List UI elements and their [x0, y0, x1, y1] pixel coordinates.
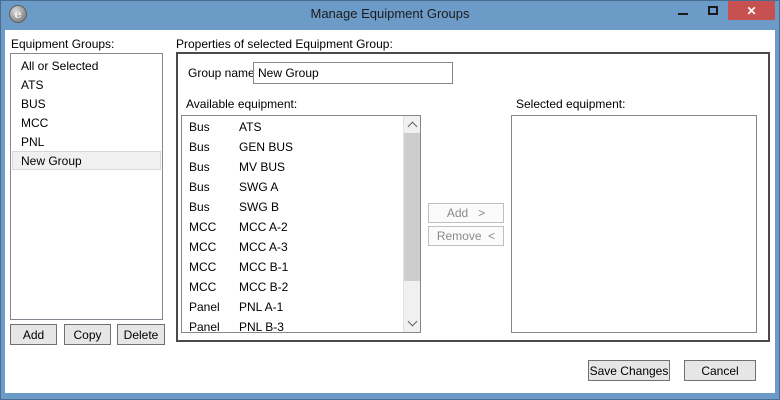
equipment-group-item[interactable]: ATS [12, 75, 161, 94]
equipment-name: PNL A-1 [239, 298, 283, 318]
add-group-button[interactable]: Add [10, 324, 57, 345]
equipment-group-item[interactable]: MCC [12, 113, 161, 132]
minimize-icon [678, 13, 688, 15]
available-equipment-row[interactable]: Panel PNL B-3 [182, 318, 420, 333]
equipment-type: Panel [189, 318, 239, 333]
equipment-type: Bus [189, 158, 239, 178]
available-equipment-row[interactable]: MCC MCC B-1 [182, 258, 420, 278]
available-equipment-row[interactable]: Bus GEN BUS [182, 138, 420, 158]
equipment-group-item[interactable]: New Group [12, 151, 161, 170]
chevron-up-icon [408, 122, 418, 132]
equipment-name: PNL B-3 [239, 318, 284, 333]
window-title: Manage Equipment Groups [0, 6, 780, 21]
maximize-button[interactable] [698, 0, 728, 20]
close-icon: ✕ [746, 5, 756, 17]
selected-equipment-label: Selected equipment: [516, 97, 625, 111]
equipment-groups-listbox[interactable]: All or SelectedATSBUSMCCPNLNew Group [10, 53, 163, 320]
equipment-name: SWG B [239, 198, 279, 218]
equipment-type: MCC [189, 218, 239, 238]
equipment-group-item[interactable]: PNL [12, 132, 161, 151]
delete-group-button[interactable]: Delete [117, 324, 165, 345]
caption-buttons: ✕ [668, 0, 775, 20]
app-icon: e [9, 5, 27, 23]
equipment-type: MCC [189, 258, 239, 278]
equipment-group-item[interactable]: BUS [12, 94, 161, 113]
available-equipment-row[interactable]: MCC MCC A-2 [182, 218, 420, 238]
equipment-groups-label: Equipment Groups: [11, 37, 114, 51]
scroll-up-button[interactable] [404, 116, 421, 133]
add-equipment-button[interactable]: Add > [428, 203, 504, 223]
available-equipment-label: Available equipment: [186, 97, 297, 111]
available-equipment-row[interactable]: MCC MCC A-3 [182, 238, 420, 258]
scroll-down-button[interactable] [404, 315, 421, 332]
equipment-name: MCC B-2 [239, 278, 288, 298]
remove-equipment-button[interactable]: Remove < [428, 226, 504, 246]
equipment-type: Bus [189, 118, 239, 138]
scrollbar-thumb[interactable] [404, 133, 421, 281]
equipment-name: ATS [239, 118, 261, 138]
equipment-name: GEN BUS [239, 138, 293, 158]
equipment-name: MV BUS [239, 158, 285, 178]
equipment-name: MCC B-1 [239, 258, 288, 278]
close-button[interactable]: ✕ [728, 0, 775, 20]
available-equipment-row[interactable]: Bus ATS [182, 118, 420, 138]
equipment-name: MCC A-3 [239, 238, 288, 258]
available-equipment-row[interactable]: Panel PNL A-1 [182, 298, 420, 318]
equipment-type: MCC [189, 238, 239, 258]
chevron-down-icon [408, 317, 418, 327]
selected-equipment-listbox[interactable] [511, 115, 757, 333]
available-equipment-row[interactable]: Bus SWG A [182, 178, 420, 198]
equipment-type: Panel [189, 298, 239, 318]
equipment-name: MCC A-2 [239, 218, 288, 238]
save-changes-button[interactable]: Save Changes [588, 360, 670, 381]
available-equipment-rows: Bus ATS Bus GEN BUS Bus MV BUS Bus SWG A… [182, 116, 420, 333]
equipment-type: Bus [189, 198, 239, 218]
copy-group-button[interactable]: Copy [64, 324, 111, 345]
app-icon-letter: e [14, 8, 22, 20]
group-name-input[interactable] [253, 62, 453, 84]
dialog-window: e Manage Equipment Groups ✕ Equipment Gr… [0, 0, 780, 400]
equipment-type: Bus [189, 138, 239, 158]
equipment-name: SWG A [239, 178, 278, 198]
equipment-group-item[interactable]: All or Selected [12, 56, 161, 75]
maximize-icon [708, 6, 718, 15]
available-equipment-row[interactable]: Bus MV BUS [182, 158, 420, 178]
dialog-content: Equipment Groups: All or SelectedATSBUSM… [5, 30, 775, 393]
group-name-label: Group name: [188, 66, 258, 80]
equipment-type: MCC [189, 278, 239, 298]
available-equipment-row[interactable]: Bus SWG B [182, 198, 420, 218]
vertical-scrollbar[interactable] [403, 116, 420, 332]
properties-label: Properties of selected Equipment Group: [176, 37, 393, 51]
minimize-button[interactable] [668, 0, 698, 20]
selected-equipment-rows [512, 116, 756, 118]
titlebar[interactable]: e Manage Equipment Groups ✕ [0, 0, 780, 30]
available-equipment-listbox[interactable]: Bus ATS Bus GEN BUS Bus MV BUS Bus SWG A… [181, 115, 421, 333]
equipment-type: Bus [189, 178, 239, 198]
available-equipment-row[interactable]: MCC MCC B-2 [182, 278, 420, 298]
cancel-button[interactable]: Cancel [684, 360, 756, 381]
